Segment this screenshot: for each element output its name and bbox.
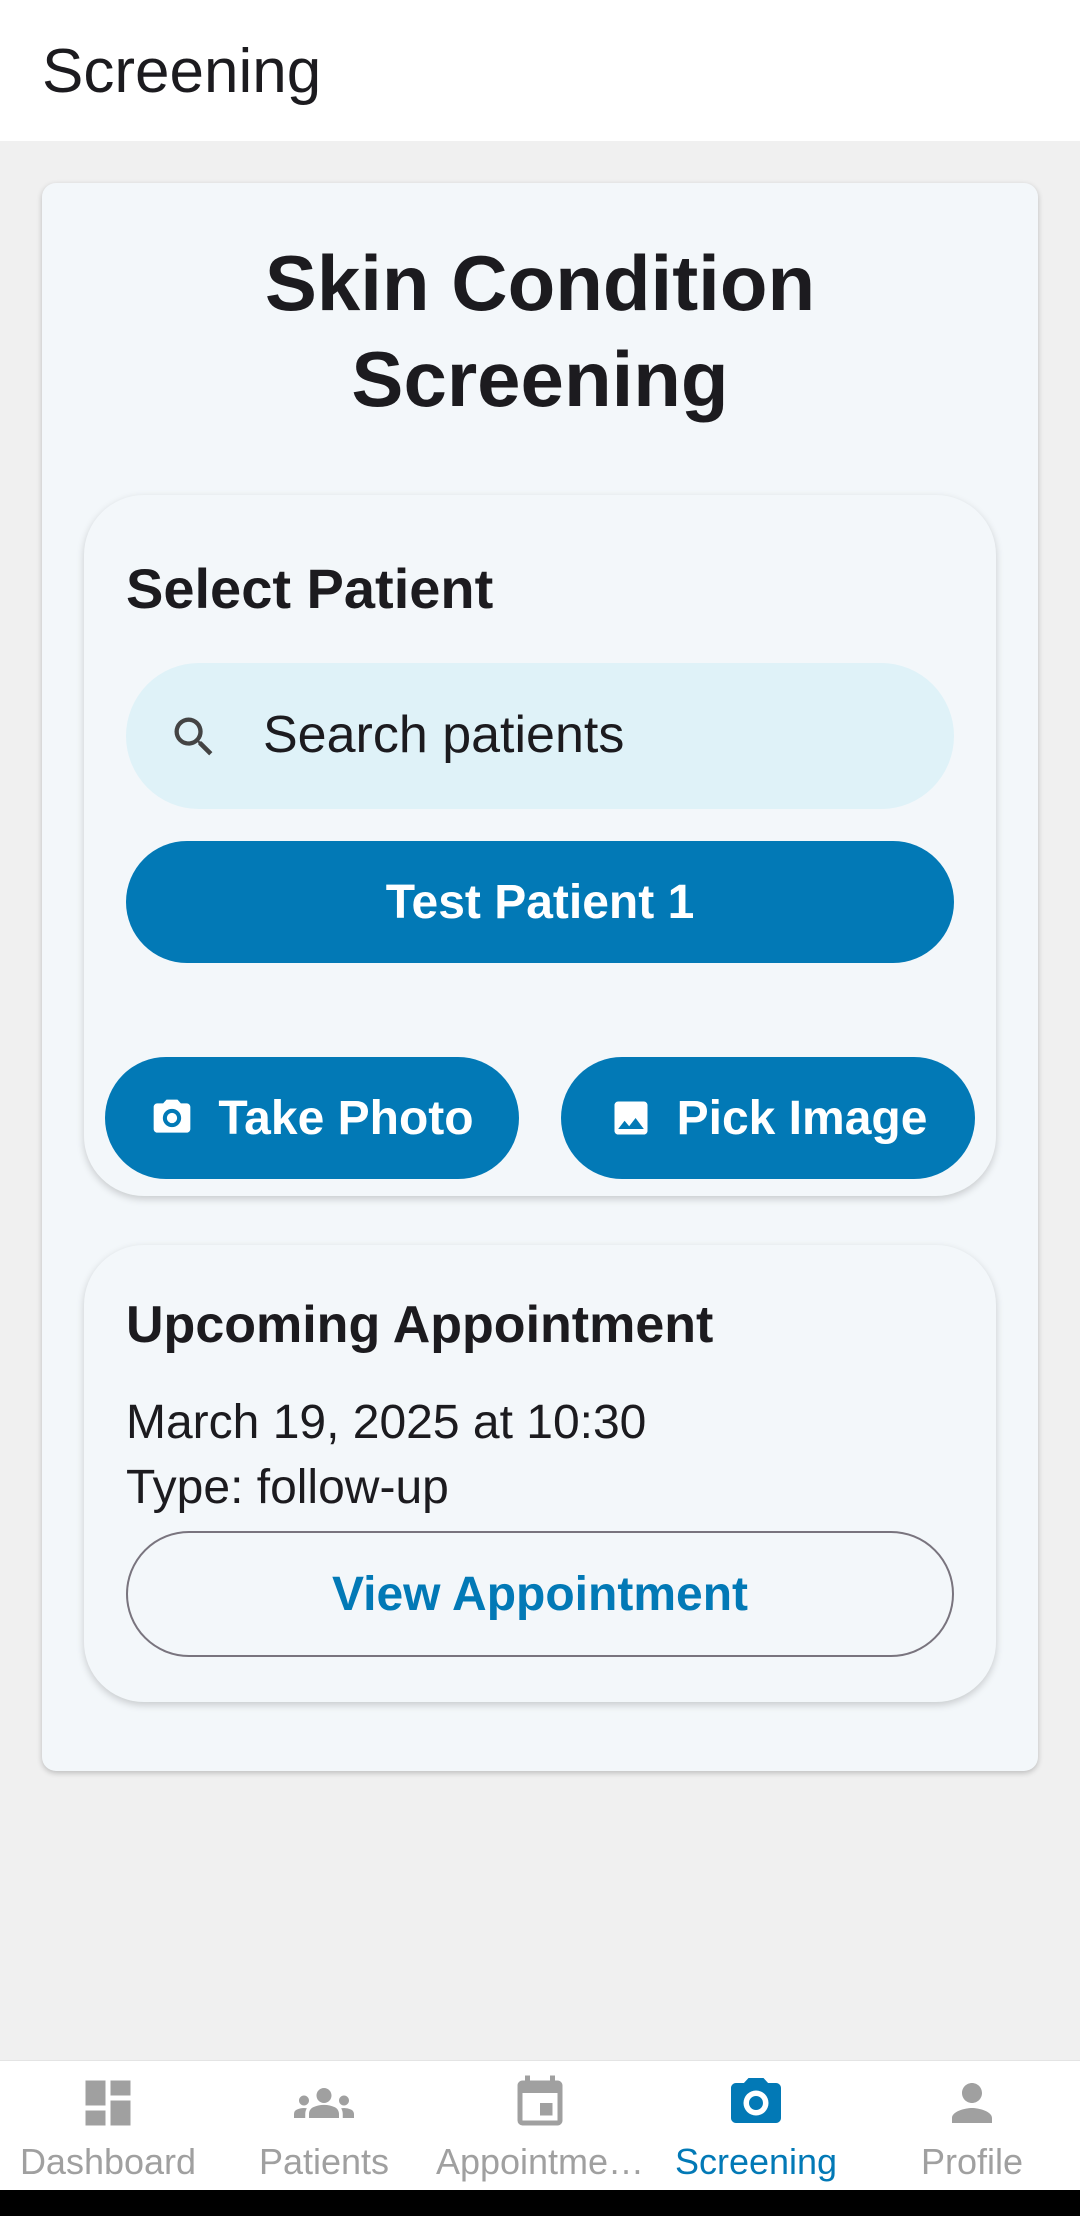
screening-card: Skin Condition Screening Select Patient … bbox=[42, 183, 1038, 1771]
app-bar-title: Screening bbox=[42, 37, 322, 106]
pick-image-button[interactable]: Pick Image bbox=[561, 1057, 975, 1179]
people-icon bbox=[294, 2088, 354, 2118]
search-placeholder: Search patients bbox=[263, 706, 625, 764]
image-icon bbox=[614, 1101, 648, 1135]
camera-icon bbox=[731, 2078, 781, 2123]
select-patient-heading: Select Patient bbox=[126, 557, 494, 620]
page-title: Skin Condition Screening bbox=[42, 235, 1038, 427]
system-navigation-bar bbox=[0, 2190, 1080, 2216]
calendar-icon bbox=[517, 2075, 563, 2126]
camera-icon bbox=[154, 1099, 191, 1133]
nav-item-appointments[interactable]: Appointme… bbox=[432, 2061, 648, 2191]
view-appointment-button[interactable]: View Appointment bbox=[126, 1531, 954, 1657]
bottom-nav: Dashboard Patients Appointme… Screening … bbox=[0, 2060, 1080, 2190]
nav-label-dashboard: Dashboard bbox=[19, 2141, 197, 2182]
appointment-date: March 19, 2025 at 10:30 bbox=[126, 1396, 647, 1449]
nav-label-screening: Screening bbox=[674, 2141, 838, 2182]
nav-label-patients: Patients bbox=[258, 2141, 390, 2182]
appointment-type: Type: follow-up bbox=[126, 1461, 449, 1514]
nav-item-profile[interactable]: Profile bbox=[864, 2061, 1080, 2191]
nav-item-screening[interactable]: Screening bbox=[648, 2061, 864, 2191]
selected-patient-label: Test Patient 1 bbox=[385, 875, 695, 929]
selected-patient-button[interactable]: Test Patient 1 bbox=[126, 841, 954, 963]
nav-label-appointments: Appointme… bbox=[435, 2141, 645, 2182]
pick-image-label: Pick Image bbox=[676, 1091, 928, 1145]
view-appointment-label: View Appointment bbox=[331, 1567, 748, 1621]
app-bar: Screening bbox=[0, 0, 1080, 141]
take-photo-button[interactable]: Take Photo bbox=[105, 1057, 519, 1179]
nav-label-profile: Profile bbox=[920, 2141, 1024, 2182]
dashboard-icon bbox=[85, 2080, 131, 2126]
appointment-heading: Upcoming Appointment bbox=[126, 1296, 714, 1354]
search-input[interactable]: Search patients bbox=[126, 663, 954, 809]
nav-item-dashboard[interactable]: Dashboard bbox=[0, 2061, 216, 2191]
take-photo-label: Take Photo bbox=[218, 1091, 474, 1145]
page-title-text: Skin Condition Screening bbox=[264, 239, 816, 423]
search-icon bbox=[174, 717, 213, 756]
person-icon bbox=[952, 2083, 992, 2123]
nav-item-patients[interactable]: Patients bbox=[216, 2061, 432, 2191]
upcoming-appointment-card: Upcoming Appointment March 19, 2025 at 1… bbox=[84, 1245, 996, 1702]
